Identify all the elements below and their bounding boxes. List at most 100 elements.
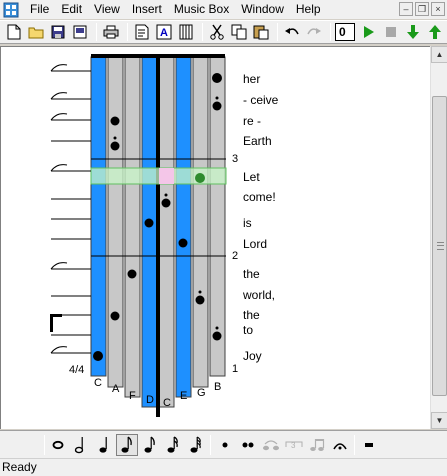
stop-icon[interactable] bbox=[381, 22, 401, 42]
lyric: the bbox=[243, 308, 260, 322]
app-icon[interactable] bbox=[2, 1, 20, 19]
save-as-icon[interactable] bbox=[70, 22, 90, 42]
redo-icon[interactable] bbox=[304, 22, 324, 42]
lyric: the bbox=[243, 267, 260, 281]
note-toolbar: 3 bbox=[0, 430, 447, 458]
minimize-icon[interactable]: – bbox=[399, 2, 413, 16]
menu-music-box[interactable]: Music Box bbox=[168, 0, 235, 19]
thirty-second-note-icon[interactable] bbox=[185, 434, 207, 456]
scrollbar-thumb[interactable] bbox=[432, 96, 447, 396]
down-arrow-icon[interactable] bbox=[403, 22, 423, 42]
vertical-scrollbar[interactable]: ▲ ▼ bbox=[430, 46, 447, 429]
lyrics: her - ceive re - Earth Let come! is Lord… bbox=[242, 72, 279, 363]
eighth-note-icon[interactable] bbox=[116, 434, 138, 456]
toolbar-separator bbox=[354, 435, 355, 455]
menu-insert[interactable]: Insert bbox=[126, 0, 168, 19]
menu-bar: File Edit View Insert Music Box Window H… bbox=[0, 0, 447, 19]
dot-mark bbox=[215, 326, 219, 330]
open-folder-icon[interactable] bbox=[26, 22, 46, 42]
half-note-icon[interactable] bbox=[69, 434, 91, 456]
menu-help[interactable]: Help bbox=[290, 0, 327, 19]
highlight-row bbox=[90, 167, 227, 185]
note[interactable] bbox=[110, 116, 120, 126]
note[interactable] bbox=[144, 218, 154, 228]
tine-label: G bbox=[197, 387, 206, 399]
menu-view[interactable]: View bbox=[88, 0, 126, 19]
toolbar-separator bbox=[44, 435, 45, 455]
fermata-icon[interactable] bbox=[329, 434, 351, 456]
svg-text:A: A bbox=[160, 27, 168, 39]
note[interactable] bbox=[110, 141, 120, 151]
menu-file[interactable]: File bbox=[24, 0, 55, 19]
scroll-up-icon[interactable]: ▲ bbox=[431, 46, 447, 63]
svg-text:3: 3 bbox=[291, 441, 296, 450]
up-arrow-icon[interactable] bbox=[425, 22, 445, 42]
tine-g[interactable] bbox=[192, 56, 209, 388]
tine-label: E bbox=[180, 390, 187, 402]
tine-d[interactable] bbox=[141, 56, 158, 408]
lyric: Let bbox=[243, 170, 260, 184]
pink-cell bbox=[159, 168, 174, 184]
tine-a[interactable] bbox=[107, 56, 124, 388]
note-flags bbox=[50, 64, 68, 354]
tine-label: F bbox=[129, 390, 136, 402]
text-icon[interactable]: A bbox=[154, 22, 174, 42]
kalimba-diagram[interactable]: C A F D C E G B 4/4 3 2 1 her - ceive re… bbox=[1, 47, 430, 429]
close-icon[interactable]: × bbox=[431, 2, 445, 16]
restore-icon[interactable]: ❐ bbox=[415, 2, 429, 16]
keyboard-icon[interactable] bbox=[176, 22, 196, 42]
toolbar-separator bbox=[96, 23, 97, 41]
note[interactable] bbox=[212, 101, 222, 111]
center-divider bbox=[156, 57, 160, 417]
note[interactable] bbox=[127, 269, 137, 279]
note[interactable] bbox=[110, 311, 120, 321]
rest-icon[interactable] bbox=[358, 434, 380, 456]
note-selected[interactable] bbox=[195, 173, 205, 183]
tine-f[interactable] bbox=[124, 56, 141, 398]
whole-note-icon[interactable] bbox=[47, 434, 69, 456]
undo-icon[interactable] bbox=[282, 22, 302, 42]
beat-lines bbox=[51, 70, 91, 354]
lyric: world, bbox=[242, 288, 275, 302]
play-icon[interactable] bbox=[359, 22, 379, 42]
tine-e[interactable] bbox=[175, 56, 192, 398]
tie-icon[interactable] bbox=[260, 434, 282, 456]
copy-icon[interactable] bbox=[229, 22, 249, 42]
tine-c-high[interactable] bbox=[158, 56, 175, 408]
note[interactable] bbox=[178, 238, 188, 248]
save-icon[interactable] bbox=[48, 22, 68, 42]
value-field[interactable]: 0 bbox=[335, 23, 355, 41]
scroll-down-icon[interactable]: ▼ bbox=[431, 412, 447, 429]
beamed-notes-icon[interactable] bbox=[306, 434, 328, 456]
paste-icon[interactable] bbox=[251, 22, 271, 42]
sixteenth-note-icon[interactable] bbox=[162, 434, 184, 456]
note[interactable] bbox=[212, 331, 222, 341]
dot-mark bbox=[215, 96, 219, 100]
lyric: come! bbox=[243, 190, 276, 204]
lyric: Lord bbox=[243, 237, 267, 251]
print-icon[interactable] bbox=[101, 22, 121, 42]
note[interactable] bbox=[161, 198, 171, 208]
menu-edit[interactable]: Edit bbox=[55, 0, 88, 19]
lyric: her bbox=[243, 72, 260, 86]
tine-c-low[interactable] bbox=[90, 56, 107, 377]
main-toolbar: A 0 bbox=[0, 20, 447, 44]
kalimba-top-bar bbox=[91, 54, 225, 58]
lyric: - ceive bbox=[243, 93, 279, 107]
dot-icon[interactable] bbox=[214, 434, 236, 456]
note[interactable] bbox=[212, 73, 222, 83]
menu-window[interactable]: Window bbox=[235, 0, 290, 19]
kalimba-score-view[interactable]: C A F D C E G B 4/4 3 2 1 her - ceive re… bbox=[0, 46, 430, 429]
note[interactable] bbox=[195, 295, 205, 305]
toolbar-separator bbox=[210, 435, 211, 455]
properties-icon[interactable] bbox=[132, 22, 152, 42]
triplet-icon[interactable]: 3 bbox=[283, 434, 305, 456]
note[interactable] bbox=[93, 351, 103, 361]
grip-icon bbox=[437, 242, 444, 250]
dotted-eighth-note-icon[interactable] bbox=[139, 434, 161, 456]
cut-icon[interactable] bbox=[207, 22, 227, 42]
tine-label: B bbox=[214, 381, 221, 393]
quarter-note-icon[interactable] bbox=[93, 434, 115, 456]
new-file-icon[interactable] bbox=[4, 22, 24, 42]
double-dot-icon[interactable] bbox=[237, 434, 259, 456]
